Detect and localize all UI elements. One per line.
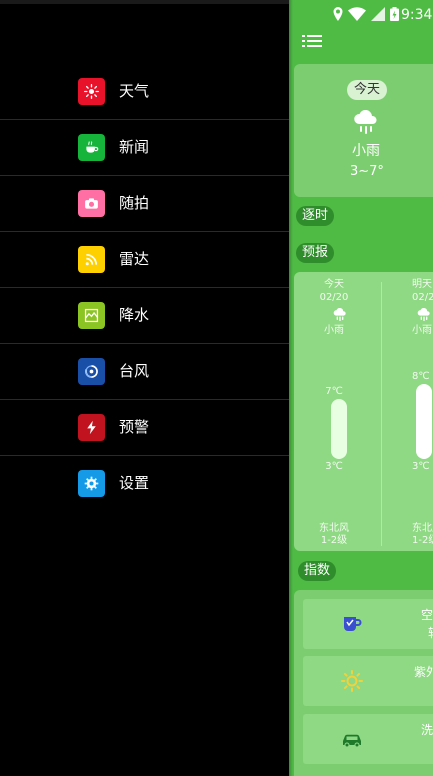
menu-label-weather: 天气 (119, 82, 150, 100)
precipitation-chart-icon (78, 302, 105, 329)
forecast-wind: 东北风 (412, 523, 433, 534)
battery-icon (390, 7, 399, 21)
menu-item-settings[interactable]: 设置 (0, 456, 290, 512)
menu-label-photo: 随拍 (119, 194, 150, 212)
menu-item-weather[interactable]: 天气 (0, 64, 290, 120)
index-level: 较 (428, 625, 433, 641)
forecast-day-name: 明天 (412, 279, 432, 290)
today-badge: 今天 (347, 80, 388, 100)
drawer-shadow (289, 0, 293, 776)
location-icon (333, 7, 343, 21)
status-bar: 9:34 (289, 0, 433, 30)
index-title: 洗 (421, 723, 433, 737)
index-title: 空 (421, 608, 433, 622)
section-index[interactable]: 指数 (298, 561, 337, 581)
drawer-top-strip (0, 0, 290, 4)
menu-label-radar: 雷达 (119, 250, 150, 268)
forecast-condition: 小雨 (324, 325, 344, 336)
menu-item-news[interactable]: 新闻 (0, 120, 290, 176)
car-icon (343, 734, 361, 748)
section-forecast[interactable]: 预报 (296, 243, 335, 263)
drawer-menu: 天气 新闻 随拍 雷达 降水 台风 预警 设置 (0, 64, 290, 512)
forecast-date: 02/21 (412, 292, 433, 303)
wifi-icon (348, 7, 366, 21)
menu-item-radar[interactable]: 雷达 (0, 232, 290, 288)
menu-list-icon[interactable] (302, 32, 322, 50)
forecast-high: 8℃ (412, 371, 430, 382)
today-condition: 小雨 (352, 143, 380, 159)
forecast-day[interactable]: 明天 02/21 小雨 8℃ 3℃ 东北风 1-2级 (374, 272, 433, 551)
forecast-wind-level: 1-2级 (412, 535, 433, 546)
news-cup-icon (78, 134, 105, 161)
signal-icon (371, 7, 385, 21)
sun-icon (341, 670, 363, 692)
forecast-date: 02/20 (319, 292, 349, 303)
main-weather-panel: 9:34 今天 小雨 3~7° 逐时 预报 今天 02/20 小雨 7℃ 3℃ … (289, 0, 433, 776)
cup-icon (344, 617, 362, 631)
forecast-day[interactable]: 今天 02/20 小雨 7℃ 3℃ 东北风 1-2级 (294, 272, 374, 551)
light-rain-icon (333, 308, 346, 321)
navigation-drawer: 天气 新闻 随拍 雷达 降水 台风 预警 设置 (0, 0, 290, 776)
gear-icon (78, 470, 105, 497)
index-item[interactable]: 空 较 (303, 599, 433, 649)
section-hourly[interactable]: 逐时 (296, 206, 335, 226)
weather-icon (78, 78, 105, 105)
temperature-range-bar (331, 399, 347, 459)
temperature-range-bar (416, 384, 432, 459)
forecast-day-name: 今天 (324, 279, 344, 290)
status-time: 9:34 (401, 7, 433, 23)
forecast-condition: 小雨 (412, 325, 432, 336)
menu-label-precipitation: 降水 (119, 306, 150, 324)
camera-icon (78, 190, 105, 217)
rss-radar-icon (78, 246, 105, 273)
index-card: 空 较 紫外 洗 (294, 590, 433, 776)
menu-item-photo[interactable]: 随拍 (0, 176, 290, 232)
menu-label-news: 新闻 (119, 138, 150, 156)
forecast-low: 3℃ (325, 461, 343, 472)
menu-label-settings: 设置 (119, 474, 150, 492)
today-temperature: 3~7° (350, 164, 384, 179)
menu-item-precipitation[interactable]: 降水 (0, 288, 290, 344)
index-item[interactable]: 洗 (303, 714, 433, 764)
status-icons (333, 7, 399, 21)
lightning-warning-icon (78, 414, 105, 441)
menu-label-warning: 预警 (119, 418, 150, 436)
forecast-wind-level: 1-2级 (320, 535, 348, 546)
menu-item-warning[interactable]: 预警 (0, 400, 290, 456)
index-item[interactable]: 紫外 (303, 656, 433, 706)
menu-item-typhoon[interactable]: 台风 (0, 344, 290, 400)
light-rain-icon (354, 110, 377, 134)
forecast-low: 3℃ (412, 461, 430, 472)
forecast-wind: 东北风 (319, 523, 349, 534)
menu-label-typhoon: 台风 (119, 362, 150, 380)
index-title: 紫外 (414, 665, 433, 679)
typhoon-icon (78, 358, 105, 385)
today-card[interactable]: 今天 小雨 3~7° (294, 64, 433, 197)
forecast-card[interactable]: 今天 02/20 小雨 7℃ 3℃ 东北风 1-2级 明天 02/21 小雨 8… (294, 272, 433, 551)
light-rain-icon (417, 308, 430, 321)
forecast-high: 7℃ (325, 386, 343, 397)
